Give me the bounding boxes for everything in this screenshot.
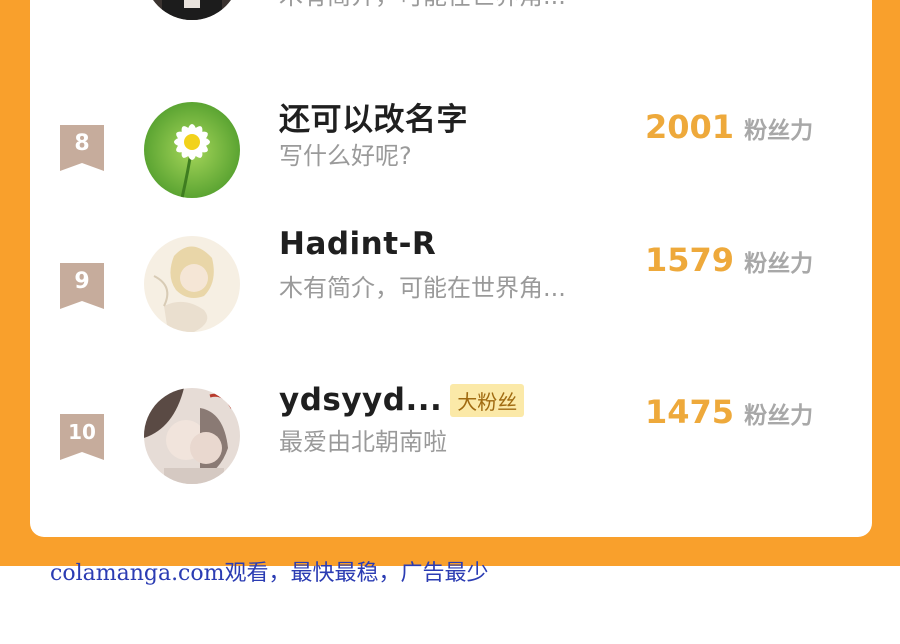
daisy-flower-avatar[interactable]: [144, 102, 240, 198]
fan-power: 1475 粉丝力: [645, 393, 813, 431]
user-bio: 木有简介，可能在世界角...: [279, 274, 566, 302]
rank-badge: 10: [60, 414, 104, 460]
fan-power: 1579 粉丝力: [645, 241, 813, 279]
fan-power: 2001 粉丝力: [645, 108, 813, 146]
anime-illustration-avatar[interactable]: [144, 236, 240, 332]
fan-power-score: 1579: [645, 241, 735, 279]
name-line: Hadint-R: [279, 224, 436, 264]
name-line: ydsyyd... 大粉丝: [279, 380, 525, 420]
rank-badge: 9: [60, 263, 104, 309]
name-line: 还可以改名字: [279, 94, 468, 139]
rank-badge: 8: [60, 125, 104, 171]
rank-number: 10: [68, 420, 96, 444]
avatar[interactable]: [144, 0, 240, 20]
fan-power-score: 2001: [645, 108, 735, 146]
ranking-row-partial[interactable]: 木有简介，可能在世界角...: [30, 0, 872, 24]
user-name[interactable]: 还可以改名字: [279, 94, 468, 139]
big-fan-tag: 大粉丝: [450, 383, 525, 417]
user-bio: 木有简介，可能在世界角...: [279, 0, 566, 11]
fan-power-label: 粉丝力: [744, 403, 814, 429]
rank-number: 9: [74, 269, 90, 294]
user-bio: 最爱由北朝南啦: [279, 428, 447, 456]
fan-power-score: 1475: [645, 393, 735, 431]
ranking-card: 木有简介，可能在世界角... 8: [30, 0, 872, 537]
user-bio: 写什么好呢?: [279, 142, 412, 170]
ranking-row[interactable]: 10 ydsyyd... 大粉丝 最爱由北朝南啦 1475 粉丝力: [30, 382, 872, 488]
rank-number: 8: [74, 131, 90, 156]
anime-couple-avatar[interactable]: [144, 388, 240, 484]
user-name[interactable]: Hadint-R: [279, 226, 436, 262]
watermark-text: colamanga.com观看，最快最稳，广告最少: [50, 561, 489, 586]
ranking-row[interactable]: 9 Hadint-R 木有简介，可能在世界角... 1579 粉丝力: [30, 226, 872, 336]
user-name[interactable]: ydsyyd...: [279, 382, 442, 418]
fan-power-label: 粉丝力: [744, 118, 814, 144]
fan-power-label: 粉丝力: [744, 251, 814, 277]
ranking-row[interactable]: 8 还可以改名字 写什么好呢? 2001 粉丝力: [30, 102, 872, 202]
